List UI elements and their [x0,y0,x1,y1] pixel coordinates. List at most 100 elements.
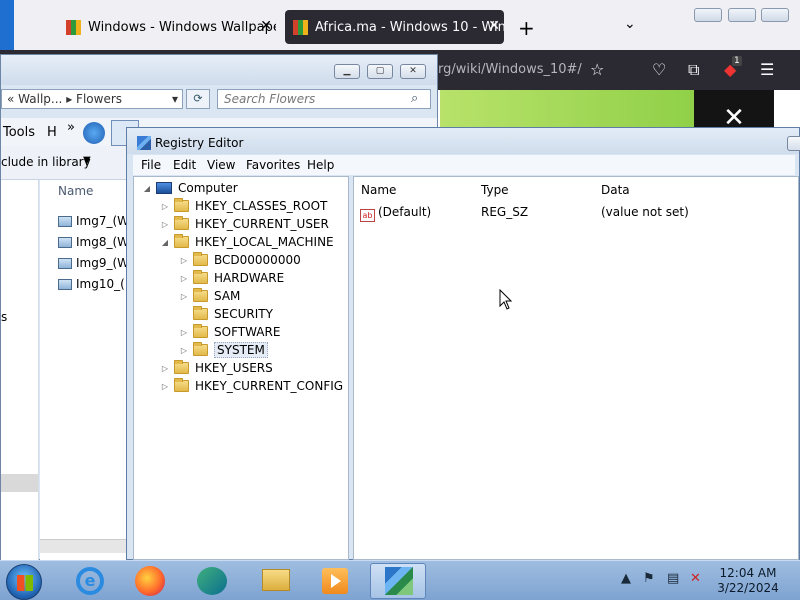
folder-icon [193,252,208,266]
new-tab-button[interactable]: + [518,16,535,40]
menu-view[interactable]: View [207,158,235,172]
taskbar: e ▲ ⚑ ▤ ✕ 12:04 AM 3/22/2024 [0,560,800,600]
horizontal-scrollbar[interactable] [40,539,130,553]
column-header-name[interactable]: Name [361,183,396,197]
registry-values-list: Name Type Data ab (Default) REG_SZ (value… [353,176,799,560]
maximize-button[interactable]: ▢ [367,64,393,79]
breadcrumb-current[interactable]: Flowers [76,92,122,106]
value-type: REG_SZ [481,205,529,219]
tab-windows-wallpaper[interactable]: Windows - Windows Wallpaper ✕ [66,10,276,44]
pocket-icon[interactable]: ♡ [652,60,666,79]
menu-file[interactable]: File [141,158,161,172]
notification-badge: 1 [732,56,742,66]
clock[interactable]: 12:04 AM 3/22/2024 [706,566,790,596]
column-header-data[interactable]: Data [601,183,630,197]
up-arrow-icon[interactable] [83,122,105,144]
folder-icon [193,270,208,284]
folder-icon [193,306,208,320]
nav-item-partial[interactable]: s [1,310,7,324]
include-in-library-button[interactable]: clude in library [1,155,91,169]
firefox-icon [135,566,165,596]
expand-icon[interactable]: ▷ [179,292,189,301]
bookmark-star-icon[interactable]: ☆ [590,60,604,79]
close-tab-icon[interactable]: ✕ [260,18,272,34]
list-item[interactable]: Img7_(W [58,212,129,230]
internet-explorer-icon[interactable]: e [76,567,104,595]
tree-node-hardware[interactable]: ▷ HARDWARE [179,269,284,287]
expand-icon[interactable]: ▷ [160,220,170,229]
menu-favorites[interactable]: Favorites [246,158,300,172]
image-file-icon [58,278,72,290]
tab-title: Africa.ma - Windows 10 - Wind [315,19,504,35]
menu-tools[interactable]: Tools [3,125,35,140]
nav-scrollbar-thumb[interactable] [1,474,38,492]
image-file-icon [58,215,72,227]
refresh-button[interactable]: ⟳ [186,89,210,109]
menu-icon[interactable]: ☰ [760,60,774,79]
dismiss-button[interactable]: ✕ [694,90,774,133]
close-button[interactable]: ✕ [400,64,426,79]
breadcrumb-parent[interactable]: Wallp... [18,92,62,106]
list-item[interactable]: Img10_( [58,275,125,293]
column-header-name[interactable]: Name [58,184,93,198]
chevron-down-icon[interactable]: ▾ [172,90,178,108]
tree-node-hkey-users[interactable]: ▷ HKEY_USERS [160,359,273,377]
extensions-icon[interactable]: ⧉ [688,60,699,80]
show-hidden-icons-icon[interactable]: ▲ [621,571,631,586]
url-bar[interactable]: org/wiki/Windows_10#/ [430,56,590,84]
search-input[interactable]: Search Flowers [217,89,431,109]
dropdown-arrow-icon[interactable]: ▼ [83,155,91,166]
expand-icon[interactable]: ▷ [179,274,189,283]
expand-icon[interactable]: ▷ [160,382,170,391]
address-bar[interactable]: « Wallp... ▸ Flowers ▾ [1,89,183,109]
volume-muted-icon[interactable]: ✕ [690,571,701,586]
tab-africa-ma[interactable]: Africa.ma - Windows 10 - Wind ✕ [285,10,504,44]
tree-node-hkey-current-config[interactable]: ▷ HKEY_CURRENT_CONFIG [160,377,343,395]
tree-node-sam[interactable]: ▷ SAM [179,287,240,305]
expand-icon[interactable]: ▷ [179,256,189,265]
network-icon[interactable]: ▤ [667,571,679,586]
value-name: (Default) [378,205,432,219]
minimize-button[interactable] [694,8,722,22]
edge-icon[interactable] [197,567,227,595]
registry-tree: ◢ Computer ▷ HKEY_CLASSES_ROOT ▷ HKEY_CU… [133,176,349,560]
tree-node-security[interactable]: SECURITY [179,305,273,323]
tree-node-software[interactable]: ▷ SOFTWARE [179,323,280,341]
list-item[interactable]: Img8_(W [58,233,129,251]
expand-icon[interactable]: ▷ [179,328,189,337]
tree-node-computer[interactable]: ◢ Computer [142,179,238,197]
list-item[interactable]: Img9_(W [58,254,129,272]
minimize-button[interactable] [787,136,800,151]
arrow-right-icon: ▸ [66,92,73,106]
list-all-tabs-button[interactable]: ⌄ [624,16,636,32]
tab-title: Windows - Windows Wallpaper [88,19,276,35]
navigation-pane[interactable]: s [1,180,39,560]
action-center-flag-icon[interactable]: ⚑ [643,571,655,586]
tree-node-bcd00000000[interactable]: ▷ BCD00000000 [179,251,301,269]
menu-edit[interactable]: Edit [173,158,196,172]
expand-icon[interactable]: ▷ [160,364,170,373]
minimize-button[interactable]: ▁ [334,64,360,79]
tree-node-hkey-current-user[interactable]: ▷ HKEY_CURRENT_USER [160,215,329,233]
tree-node-system[interactable]: ▷ SYSTEM [179,341,268,359]
close-window-button[interactable] [761,8,789,22]
search-icon: ⌕ [411,91,419,106]
tree-node-hkey-local-machine[interactable]: ◢ HKEY_LOCAL_MACHINE [160,233,334,251]
column-header-type[interactable]: Type [481,183,509,197]
tree-node-hkey-classes-root[interactable]: ▷ HKEY_CLASSES_ROOT [160,197,327,215]
maximize-button[interactable] [728,8,756,22]
value-row[interactable]: ab (Default) [360,205,431,222]
folder-icon [193,288,208,302]
collapse-icon[interactable]: ◢ [142,184,152,193]
clock-date: 3/22/2024 [717,581,779,595]
expand-icon[interactable]: ▷ [179,346,189,355]
close-tab-icon[interactable]: ✕ [488,18,500,34]
collapse-icon[interactable]: ◢ [160,238,170,247]
folder-icon [193,342,208,356]
menu-help[interactable]: H [47,125,57,140]
clock-time: 12:04 AM [719,566,777,580]
start-button[interactable] [6,564,42,600]
menu-help[interactable]: Help [307,158,334,172]
folder-icon [262,569,290,591]
expand-icon[interactable]: ▷ [160,202,170,211]
